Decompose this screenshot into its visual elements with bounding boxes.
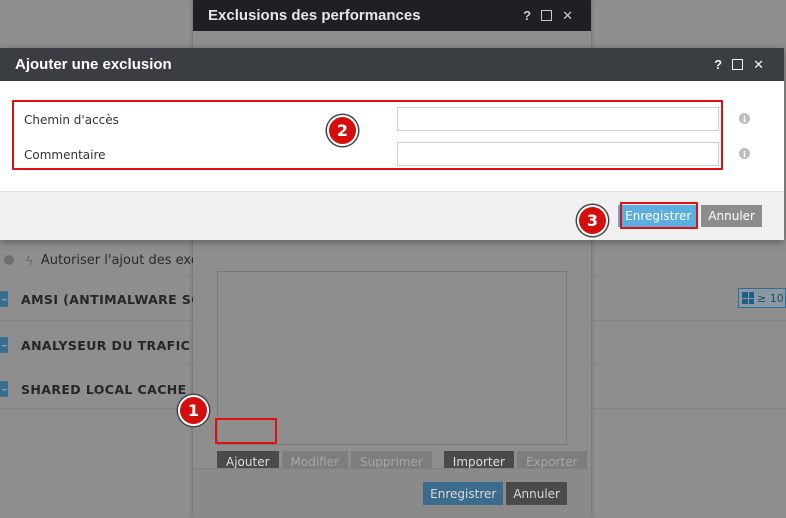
- path-input[interactable]: [397, 107, 719, 131]
- step-1-badge: 1: [178, 395, 209, 426]
- add-cancel-button[interactable]: Annuler: [701, 205, 762, 227]
- maximize-icon[interactable]: [541, 10, 553, 21]
- comment-input[interactable]: [397, 142, 719, 166]
- step-2-badge: 2: [327, 115, 358, 146]
- perf-cancel-button[interactable]: Annuler: [506, 482, 567, 505]
- add-dialog-title: Ajouter une exclusion: [15, 56, 172, 73]
- collapse-icon[interactable]: –: [0, 291, 8, 307]
- close-icon[interactable]: ✕: [562, 8, 573, 24]
- os-version-badge: ≥ 10: [738, 288, 786, 308]
- section-title: SHARED LOCAL CACHE: [21, 381, 187, 397]
- collapse-icon[interactable]: –: [0, 381, 8, 397]
- help-icon[interactable]: ?: [714, 57, 722, 72]
- step-3-badge: 3: [577, 205, 608, 236]
- path-label: Chemin d'accès: [24, 113, 119, 127]
- perf-dialog-footer: Enregistrer Annuler: [193, 468, 591, 518]
- toggle-dot-icon[interactable]: [4, 255, 14, 265]
- collapse-icon[interactable]: –: [0, 337, 8, 353]
- perf-save-button[interactable]: Enregistrer: [423, 482, 504, 505]
- info-icon[interactable]: i: [739, 113, 750, 124]
- exclusions-list[interactable]: [217, 271, 567, 445]
- close-icon[interactable]: ✕: [753, 57, 764, 73]
- comment-row: Commentaire i: [0, 140, 784, 170]
- path-row: Chemin d'accès i: [0, 105, 784, 135]
- add-exclusion-form: Chemin d'accès i Commentaire i: [0, 81, 784, 191]
- os-version-text: ≥ 10: [757, 291, 784, 305]
- help-icon[interactable]: ?: [523, 8, 531, 23]
- add-save-button[interactable]: Enregistrer: [618, 205, 699, 227]
- add-exclusion-dialog: Ajouter une exclusion ? ✕ Chemin d'accès…: [0, 48, 784, 240]
- perf-dialog-title: Exclusions des performances: [208, 7, 421, 24]
- add-dialog-footer: Enregistrer Annuler: [0, 191, 784, 240]
- bolt-icon: ϟ: [26, 252, 33, 268]
- comment-label: Commentaire: [24, 148, 106, 162]
- add-dialog-header: Ajouter une exclusion ? ✕: [0, 48, 784, 81]
- maximize-icon[interactable]: [732, 59, 744, 70]
- allow-exclusions-label: Autoriser l'ajout des exclus: [40, 252, 217, 268]
- section-title: AMSI (ANTIMALWARE SCAN: [21, 291, 222, 307]
- info-icon[interactable]: i: [739, 148, 750, 159]
- windows-icon: [742, 292, 754, 304]
- perf-dialog-header: Exclusions des performances ? ✕: [193, 0, 591, 31]
